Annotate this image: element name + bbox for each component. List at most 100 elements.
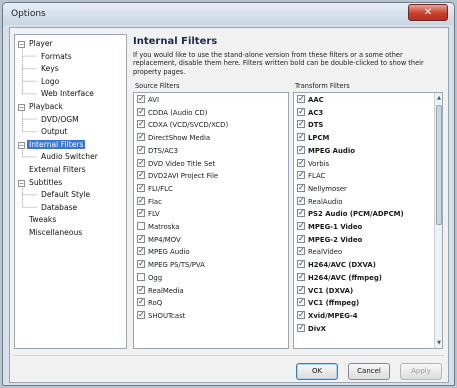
- source-filter-item[interactable]: RealMedia: [137, 284, 184, 297]
- source-filter-item[interactable]: Ogg: [137, 272, 162, 284]
- source-filter-item[interactable]: MP4/MOV: [137, 233, 181, 246]
- tree-item-database[interactable]: Database: [39, 202, 79, 213]
- tree-item-tweaks[interactable]: Tweaks: [18, 214, 58, 225]
- collapse-icon[interactable]: −: [18, 141, 25, 149]
- filter-checkbox[interactable]: [137, 195, 145, 206]
- filter-checkbox[interactable]: [137, 118, 145, 129]
- filter-checkbox[interactable]: [137, 93, 145, 104]
- collapse-icon[interactable]: −: [18, 179, 25, 187]
- filter-checkbox[interactable]: [297, 118, 305, 129]
- collapse-icon[interactable]: −: [18, 41, 25, 48]
- filter-checkbox[interactable]: [297, 220, 305, 231]
- filter-checkbox[interactable]: [137, 144, 145, 155]
- source-filter-item[interactable]: FLI/FLC: [137, 182, 173, 195]
- tree-item-web-interface[interactable]: Web Interface: [39, 88, 96, 99]
- tree-item-subtitles[interactable]: − Subtitles: [18, 177, 64, 188]
- tree-item-player[interactable]: − Player: [18, 38, 55, 49]
- transform-filter-item[interactable]: H264/AVC (ffmpeg): [297, 271, 382, 284]
- close-button[interactable]: ✕: [408, 4, 448, 21]
- transform-filter-item[interactable]: Nellymoser: [297, 182, 347, 195]
- tree-item-formats[interactable]: Formats: [39, 51, 74, 62]
- filter-checkbox[interactable]: [137, 182, 145, 193]
- transform-list-scrollbar[interactable]: ▲ ▼: [434, 93, 442, 348]
- ok-button[interactable]: OK: [296, 363, 338, 380]
- source-filter-item[interactable]: Flac: [137, 195, 162, 208]
- filter-checkbox[interactable]: [137, 296, 145, 307]
- source-filter-item[interactable]: CDDA (Audio CD): [137, 106, 207, 119]
- filter-checkbox[interactable]: [297, 144, 305, 155]
- transform-filter-item[interactable]: LPCM: [297, 131, 329, 144]
- transform-filter-item[interactable]: MPEG-2 Video: [297, 233, 362, 246]
- filter-checkbox[interactable]: [297, 296, 305, 307]
- filter-checkbox[interactable]: [137, 106, 145, 117]
- filter-checkbox[interactable]: [297, 309, 305, 320]
- collapse-icon[interactable]: −: [18, 104, 25, 111]
- filter-checkbox[interactable]: [297, 169, 305, 180]
- source-filter-item[interactable]: AVI: [137, 93, 159, 106]
- tree-item-keys[interactable]: Keys: [39, 63, 61, 74]
- filter-checkbox[interactable]: [297, 271, 305, 282]
- source-filter-item[interactable]: CDXA (VCD/SVCD/XCD): [137, 118, 228, 131]
- filter-checkbox[interactable]: [297, 233, 305, 244]
- transform-filter-item[interactable]: AAC: [297, 93, 324, 106]
- filter-checkbox[interactable]: [137, 222, 145, 230]
- source-filter-item[interactable]: DVD Video Title Set: [137, 157, 215, 170]
- tree-item-logo[interactable]: Logo: [39, 76, 61, 87]
- filter-checkbox[interactable]: [297, 207, 305, 218]
- tree-item-playback[interactable]: − Playback: [18, 101, 65, 112]
- filter-checkbox[interactable]: [137, 157, 145, 168]
- filter-checkbox[interactable]: [137, 258, 145, 269]
- cancel-button[interactable]: Cancel: [348, 363, 390, 380]
- filter-checkbox[interactable]: [137, 272, 145, 281]
- source-filter-item[interactable]: SHOUTcast: [137, 309, 185, 322]
- transform-filter-item[interactable]: MPEG Audio: [297, 144, 355, 157]
- scroll-down-arrow-icon[interactable]: ▼: [436, 339, 442, 347]
- filter-checkbox[interactable]: [297, 245, 305, 256]
- scroll-up-arrow-icon[interactable]: ▲: [436, 94, 442, 102]
- source-filter-item[interactable]: Matroska: [137, 222, 179, 233]
- filter-checkbox[interactable]: [297, 322, 305, 333]
- tree-item-internal-filters[interactable]: − Internal Filters: [18, 139, 86, 150]
- source-filter-item[interactable]: MPEG Audio: [137, 245, 190, 258]
- filter-checkbox[interactable]: [137, 207, 145, 218]
- transform-filter-item[interactable]: VC1 (ffmpeg): [297, 296, 359, 309]
- tree-item-external-filters[interactable]: External Filters: [18, 164, 88, 175]
- filter-checkbox[interactable]: [137, 309, 145, 320]
- transform-filter-item[interactable]: PS2 Audio (PCM/ADPCM): [297, 207, 404, 220]
- filter-checkbox[interactable]: [137, 131, 145, 142]
- filter-checkbox[interactable]: [137, 245, 145, 256]
- transform-filter-item[interactable]: DTS: [297, 118, 323, 131]
- transform-filter-item[interactable]: VC1 (DXVA): [297, 284, 353, 297]
- transform-filter-item[interactable]: AC3: [297, 106, 323, 119]
- transform-filter-item[interactable]: Xvid/MPEG-4: [297, 309, 358, 322]
- source-filter-item[interactable]: DTS/AC3: [137, 144, 178, 157]
- transform-filter-item[interactable]: MPEG-1 Video: [297, 220, 362, 233]
- transform-filter-item[interactable]: RealAudio: [297, 195, 342, 208]
- transform-filter-item[interactable]: RealVideo: [297, 245, 342, 258]
- source-filter-item[interactable]: DVD2AVI Project File: [137, 169, 218, 182]
- title-bar[interactable]: Options ✕: [3, 3, 454, 25]
- filter-checkbox[interactable]: [297, 284, 305, 295]
- transform-filter-item[interactable]: DivX: [297, 322, 326, 335]
- tree-item-output[interactable]: Output: [39, 126, 69, 137]
- filter-checkbox[interactable]: [137, 233, 145, 244]
- filter-checkbox[interactable]: [297, 93, 305, 104]
- tree-item-audio-switcher[interactable]: Audio Switcher: [39, 151, 100, 162]
- filter-checkbox[interactable]: [297, 131, 305, 142]
- filter-checkbox[interactable]: [297, 106, 305, 117]
- apply-button[interactable]: Apply: [400, 363, 442, 380]
- source-filter-item[interactable]: DirectShow Media: [137, 131, 210, 144]
- transform-filter-item[interactable]: Vorbis: [297, 157, 329, 170]
- filter-checkbox[interactable]: [137, 169, 145, 180]
- source-filter-item[interactable]: MPEG PS/TS/PVA: [137, 258, 205, 271]
- filter-checkbox[interactable]: [297, 258, 305, 269]
- filter-checkbox[interactable]: [137, 284, 145, 295]
- scroll-thumb[interactable]: [436, 105, 442, 225]
- filter-checkbox[interactable]: [297, 195, 305, 206]
- transform-filter-item[interactable]: H264/AVC (DXVA): [297, 258, 376, 271]
- tree-item-dvd-ogm[interactable]: DVD/OGM: [39, 114, 81, 125]
- filter-checkbox[interactable]: [297, 182, 305, 193]
- source-filter-item[interactable]: RoQ: [137, 296, 162, 309]
- source-filter-item[interactable]: FLV: [137, 207, 160, 220]
- tree-item-miscellaneous[interactable]: Miscellaneous: [18, 227, 84, 238]
